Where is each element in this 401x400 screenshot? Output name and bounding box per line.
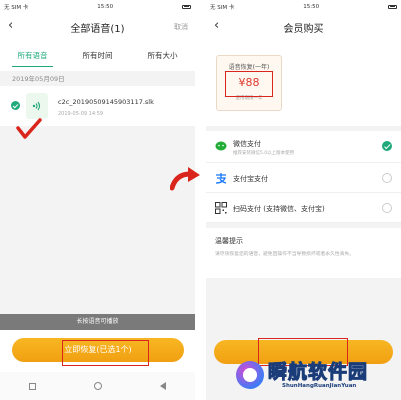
tab-all-voices[interactable]: 所有语音 [0,41,65,71]
voice-list-screen: 无 SIM 卡 15:50 ‹ 全部语音(1) 取消 所有语音 所有时间 所有大… [0,0,195,400]
file-time: 2019-05-09 14:59 [58,111,104,117]
membership-purchase-screen: 无 SIM 卡 15:50 ‹ 会员购买 语音恢复(一年) ¥88 使用期限一年… [206,0,401,400]
page-title: 全部语音(1) [70,23,125,35]
payment-label: 支付宝支付 [233,175,268,183]
annotation-check-icon [16,118,42,139]
clock: 15:50 [97,3,114,10]
battery-icon [388,4,397,9]
plan-title: 语音恢复(一年) [228,64,270,71]
tips-body: 请尽快恢复您的语音，避免因操作不当导致损坏或者永久性丢失。 [215,252,355,257]
payment-option-alipay[interactable]: 支付宝支付 [206,163,401,193]
voice-file-icon [26,93,48,119]
payment-method-list: 微信支付 推荐安装微信5.0以上版本使用 支付宝支付 扫码支付 (支持微信、支付… [206,131,401,223]
back-nav-icon[interactable] [160,382,166,390]
payment-label: 微信支付 [233,140,261,148]
comparison-stage: 无 SIM 卡 15:50 ‹ 全部语音(1) 取消 所有语音 所有时间 所有大… [0,0,401,400]
status-bar: 无 SIM 卡 15:50 [0,0,195,13]
page-title: 会员购买 [283,23,324,35]
selected-check-icon[interactable] [11,101,20,110]
radio-selected-icon[interactable] [382,141,392,151]
radio-unselected-icon[interactable] [382,173,392,183]
qr-code-icon [215,202,227,214]
watermark: 瞬航软件园 ShunHangRuanJianYuan [236,352,396,398]
tips-title: 温馨提示 [215,237,243,245]
payment-label: 扫码支付 (支持微信、支付宝) [233,205,325,213]
back-icon[interactable]: ‹ [214,19,219,33]
watermark-subtext: ShunHangRuanJianYuan [282,383,357,389]
cancel-button[interactable]: 取消 [174,22,188,32]
watermark-logo-icon [236,361,264,389]
divider [195,0,206,400]
recents-icon[interactable] [29,382,36,390]
radio-unselected-icon[interactable] [382,203,392,213]
payment-subtext: 推荐安装微信5.0以上版本使用 [233,151,295,156]
watermark-text: 瞬航软件园 [267,361,369,384]
bottom-action-area: 立即恢复(已选1个) [0,330,195,372]
carrier-label: 无 SIM 卡 [4,4,29,11]
restore-button[interactable]: 立即恢复(已选1个) [12,338,184,362]
tips-section: 温馨提示 请尽快恢复您的语音，避免因操作不当导致损坏或者永久性丢失。 [206,228,401,278]
clock: 15:50 [303,3,320,10]
nav-bar: ‹ 会员购买 [206,13,401,41]
carrier-label: 无 SIM 卡 [210,4,235,11]
payment-option-wechat[interactable]: 微信支付 推荐安装微信5.0以上版本使用 [206,131,401,163]
file-name: c2c_20190509145903117.slk [58,98,154,106]
battery-icon [182,4,191,9]
plan-price: ¥88 [238,76,260,89]
status-bar: 无 SIM 卡 15:50 [206,0,401,13]
plan-area: 语音恢复(一年) ¥88 使用期限一年 [206,41,401,126]
date-header: 2019年05月09日 [12,75,65,83]
tab-all-sizes[interactable]: 所有大小 [130,41,195,71]
filter-tabs: 所有语音 所有时间 所有大小 [0,41,195,71]
alipay-icon [215,173,227,184]
vip-plan-card[interactable]: 语音恢复(一年) ¥88 使用期限一年 [216,55,282,111]
plan-duration: 使用期限一年 [235,96,263,101]
hint-toast: 长按语音可播放 [0,314,195,330]
nav-bar: ‹ 全部语音(1) 取消 [0,13,195,41]
home-icon[interactable] [94,382,102,390]
tab-all-times[interactable]: 所有时间 [65,41,130,71]
payment-option-qr[interactable]: 扫码支付 (支持微信、支付宝) [206,193,401,223]
wechat-pay-icon [215,141,227,151]
system-nav-bar [0,372,195,400]
annotation-arrow-icon [170,167,200,191]
back-icon[interactable]: ‹ [8,19,13,33]
